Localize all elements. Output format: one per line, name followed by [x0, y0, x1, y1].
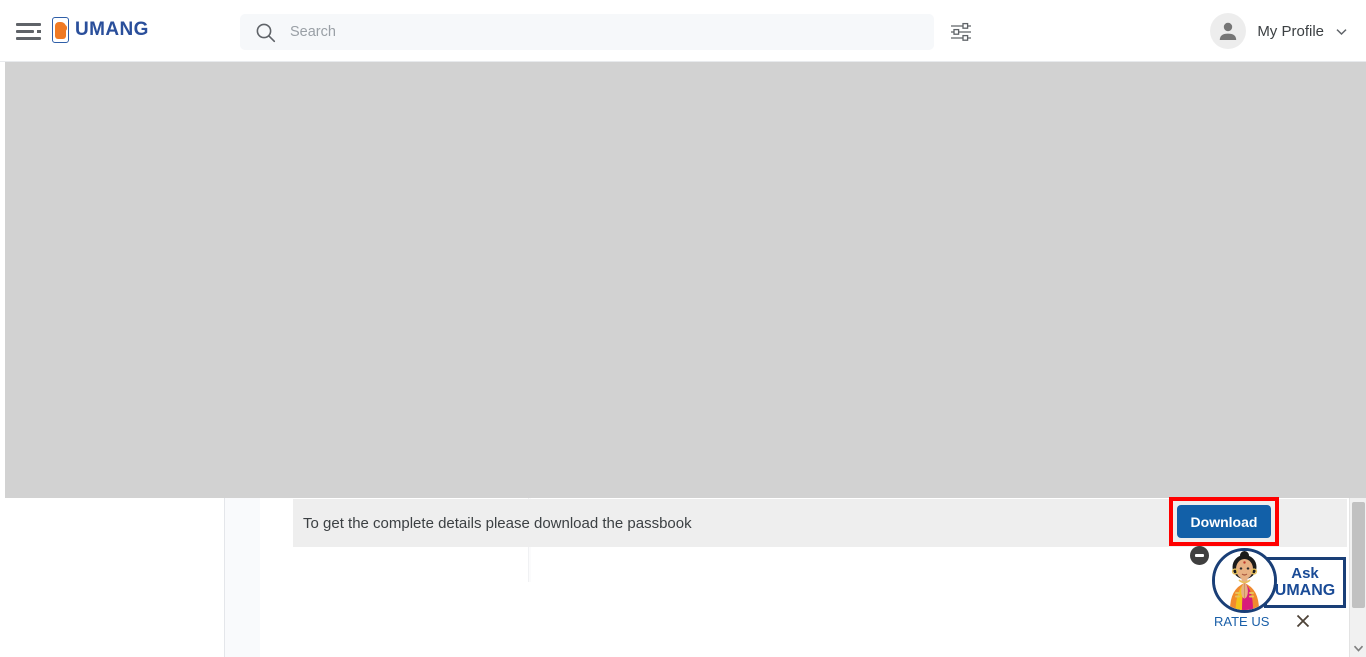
modal-overlay-backdrop: [5, 62, 1366, 498]
umang-brand-logo[interactable]: UMANG: [52, 17, 149, 43]
download-button[interactable]: Download: [1177, 505, 1271, 538]
umang-app-window: To get the complete details please downl…: [0, 0, 1366, 657]
hamburger-bar-1: [16, 23, 41, 26]
umang-assistant-avatar[interactable]: [1212, 548, 1277, 613]
passbook-message-text: To get the complete details please downl…: [303, 514, 692, 532]
chat-widget-footer: RATE US: [1214, 613, 1346, 629]
profile-label: My Profile: [1257, 22, 1324, 40]
ask-umang-widget[interactable]: Ask UMANG RATE US: [1190, 546, 1346, 643]
chevron-down-icon[interactable]: [1335, 25, 1348, 38]
rate-us-link[interactable]: RATE US: [1214, 614, 1269, 629]
search-input[interactable]: [290, 17, 850, 47]
brand-name: UMANG: [75, 19, 149, 40]
search-bar[interactable]: [240, 14, 934, 50]
filter-sliders-icon[interactable]: [948, 20, 974, 44]
scrollbar-thumb[interactable]: [1352, 502, 1365, 608]
umang-hand-phone-logo: [52, 17, 69, 43]
user-avatar-icon: [1210, 13, 1247, 49]
minimize-icon[interactable]: [1190, 546, 1209, 565]
download-highlight-box: Download: [1169, 497, 1279, 546]
profile-menu[interactable]: My Profile: [1210, 13, 1348, 49]
ask-umang-line2: UMANG: [1274, 582, 1336, 599]
ask-umang-line1: Ask: [1291, 565, 1319, 582]
scroll-down-arrow-icon[interactable]: [1350, 640, 1366, 657]
vertical-scrollbar[interactable]: [1349, 498, 1366, 657]
hamburger-menu-icon[interactable]: [16, 20, 42, 42]
close-icon[interactable]: [1295, 613, 1311, 629]
hamburger-bar-2: [16, 30, 34, 33]
minimize-dash: [1195, 554, 1204, 557]
hamburger-bar-3: [16, 37, 41, 40]
logo-thumb-shape: [62, 25, 67, 31]
search-icon: [255, 22, 276, 43]
app-header: UMANG Search My Profile: [0, 0, 1366, 62]
hamburger-dot: [37, 30, 41, 33]
